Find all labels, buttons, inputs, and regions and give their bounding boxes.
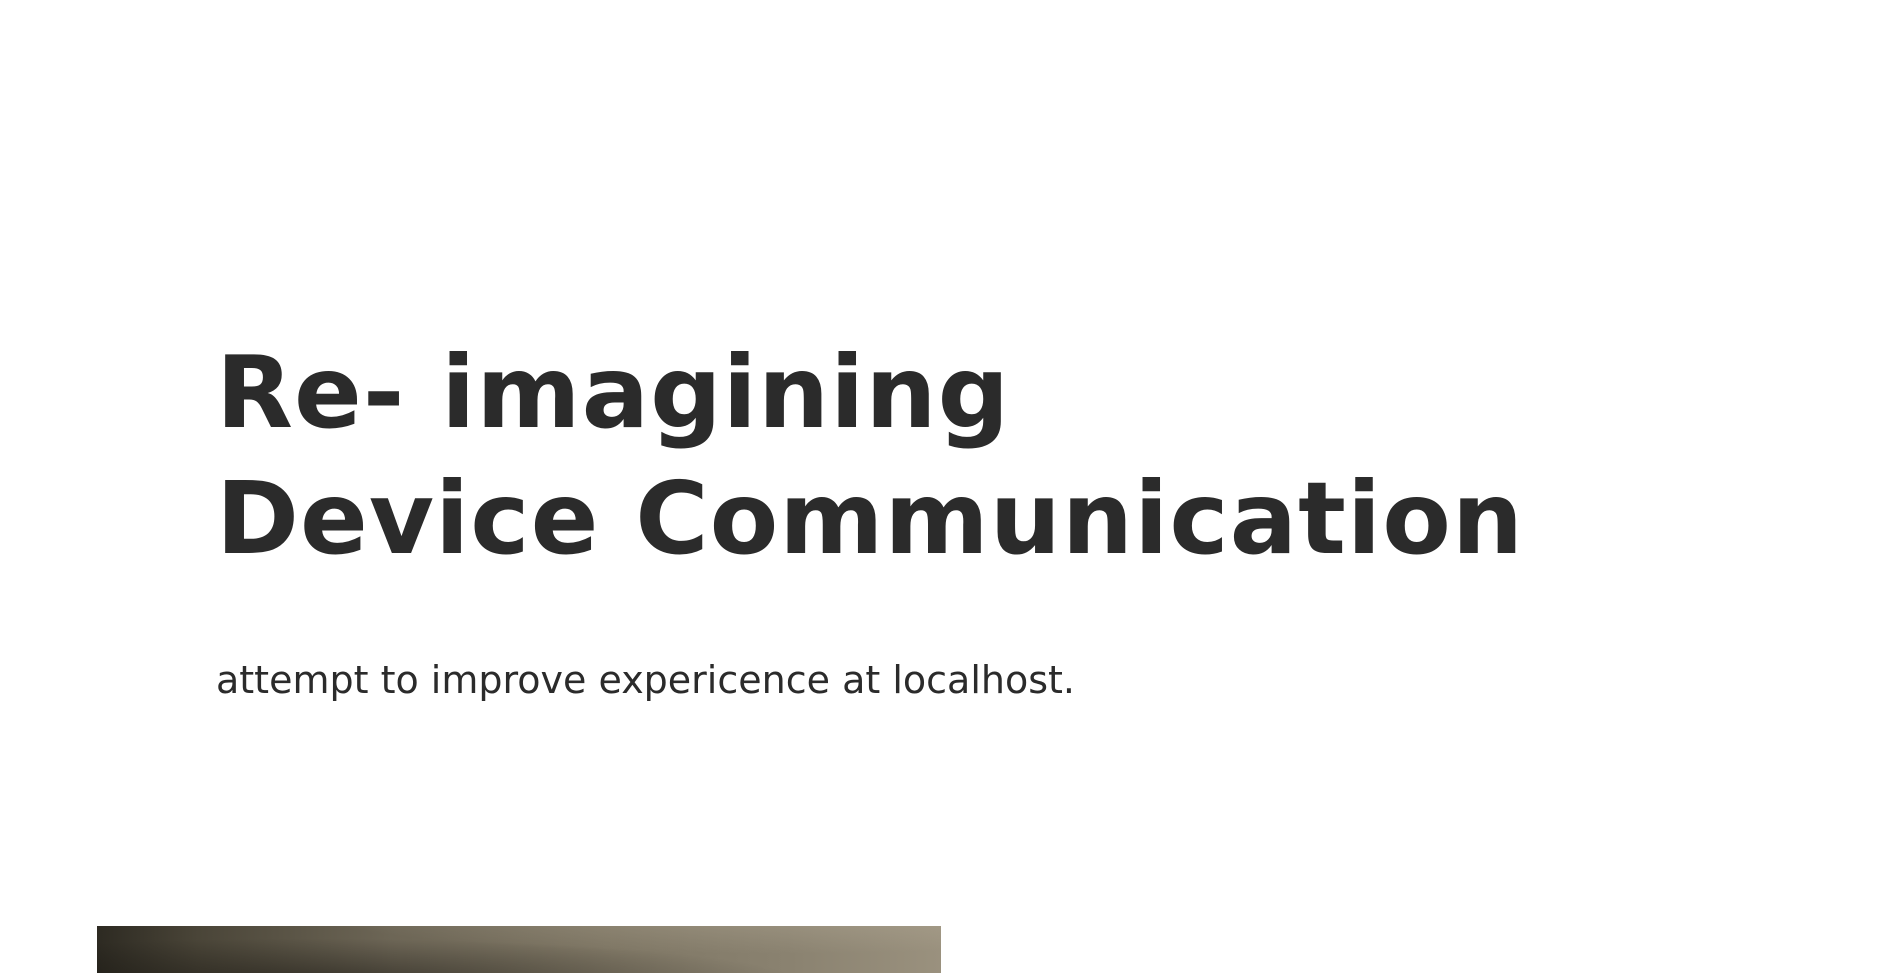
hero-section: Re- imagining Device Communication attem…: [0, 0, 1892, 973]
hero-title: Re- imagining Device Communication: [216, 330, 1524, 582]
hero-title-line-2: Device Communication: [216, 460, 1525, 577]
hero-subtitle: attempt to improve expericence at localh…: [216, 658, 1075, 702]
hero-image: [97, 926, 941, 973]
hero-title-line-1: Re- imagining: [216, 334, 1011, 451]
